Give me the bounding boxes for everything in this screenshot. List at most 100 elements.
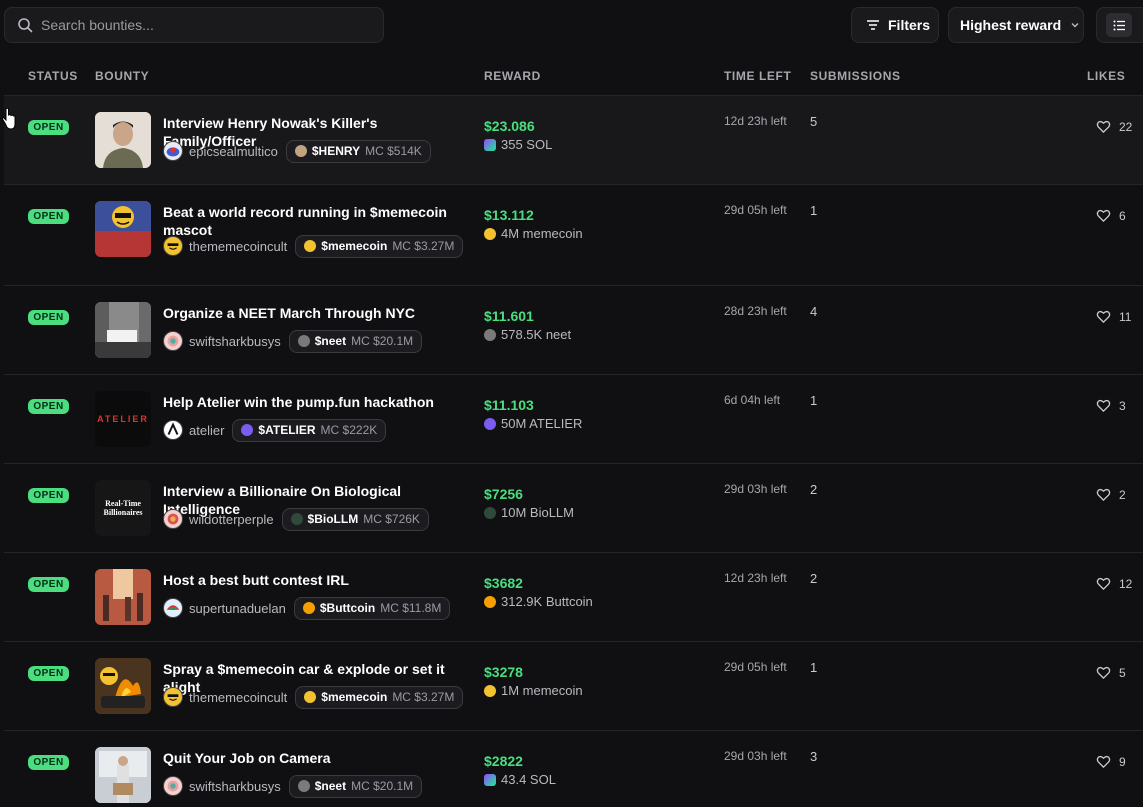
token-pill[interactable]: $memecoin MC $3.27M [295, 685, 464, 709]
buttcoin-icon [484, 595, 496, 608]
status-badge: OPEN [28, 755, 69, 770]
heart-icon [1096, 209, 1111, 223]
table-row[interactable]: OPEN ATELIER Help Atelier win the pump.f… [4, 375, 1143, 464]
march-image [95, 302, 151, 358]
office-quit-image [95, 747, 151, 803]
avatar[interactable] [163, 236, 183, 256]
like-button[interactable]: 12 [1096, 576, 1132, 591]
search-box[interactable] [4, 7, 384, 43]
reward-amount-text: 50M ATELIER [501, 416, 583, 431]
search-input[interactable] [41, 17, 361, 33]
token-pill[interactable]: $HENRY MC $514K [285, 139, 431, 163]
username[interactable]: epicsealmultico [189, 144, 278, 159]
token-pill[interactable]: $memecoin MC $3.27M [295, 234, 464, 258]
username[interactable]: swiftsharkbusys [189, 779, 281, 794]
time-left: 12d 23h left [724, 114, 787, 128]
table-row[interactable]: OPEN Beat a world record running in $mem… [4, 185, 1143, 286]
like-button[interactable]: 22 [1096, 119, 1132, 134]
token-symbol: $neet [314, 334, 347, 348]
status-badge: OPEN [28, 666, 69, 681]
table-row[interactable]: OPEN Interview Henry Nowak's Killer's Fa… [4, 96, 1143, 185]
filters-button[interactable]: Filters [851, 7, 939, 43]
column-submissions[interactable]: SUBMISSIONS [810, 69, 901, 83]
bounty-thumbnail[interactable] [95, 569, 151, 625]
filter-icon [867, 20, 879, 30]
table-row[interactable]: OPEN Quit Your Job on Camera swiftsharkb… [4, 731, 1143, 807]
column-time-left[interactable]: TIME LEFT [724, 69, 791, 83]
time-left: 29d 05h left [724, 203, 787, 217]
avatar[interactable] [163, 141, 183, 161]
username[interactable]: swiftsharkbusys [189, 334, 281, 349]
reward-usd: $3682 [484, 575, 523, 591]
token-symbol: $neet [314, 779, 347, 793]
bounty-thumbnail[interactable] [95, 658, 151, 714]
bounty-title[interactable]: Host a best butt contest IRL [163, 571, 473, 589]
table-row[interactable]: OPEN Organize a NEET March Through NYC s… [4, 286, 1143, 375]
token-pill[interactable]: $Buttcoin MC $11.8M [293, 596, 451, 620]
reward-amount: 312.9K Buttcoin [484, 594, 593, 609]
column-likes[interactable]: LIKES [1087, 69, 1125, 83]
avatar[interactable] [163, 687, 183, 707]
username[interactable]: thememecoincult [189, 239, 287, 254]
bounty-thumbnail[interactable] [95, 112, 151, 168]
like-button[interactable]: 9 [1096, 754, 1126, 769]
like-button[interactable]: 11 [1096, 309, 1131, 324]
avatar[interactable] [163, 598, 183, 618]
bounty-title[interactable]: Organize a NEET March Through NYC [163, 304, 473, 322]
likes-count: 11 [1119, 309, 1132, 324]
like-button[interactable]: 3 [1096, 398, 1126, 413]
table-row[interactable]: OPEN Spray a $memecoin car & explode or … [4, 642, 1143, 731]
like-button[interactable]: 6 [1096, 208, 1126, 223]
table-row[interactable]: OPEN Host a best butt contest IRL supert… [4, 553, 1143, 642]
token-market-cap: MC $3.27M [392, 690, 455, 704]
username[interactable]: thememecoincult [189, 690, 287, 705]
bounty-thumbnail[interactable]: Real-Time Billionaires [95, 480, 151, 536]
token-pill[interactable]: $neet MC $20.1M [288, 774, 423, 798]
reward-usd: $13.112 [484, 207, 534, 223]
reward-amount-text: 355 SOL [501, 137, 553, 152]
avatar[interactable] [163, 509, 183, 529]
sol-icon [484, 138, 496, 151]
like-button[interactable]: 2 [1096, 487, 1126, 502]
bounty-thumbnail[interactable] [95, 201, 151, 257]
column-bounty[interactable]: BOUNTY [95, 69, 149, 83]
token-market-cap: MC $3.27M [392, 239, 455, 253]
chevron-down-icon [1071, 23, 1079, 28]
bounty-title[interactable]: Quit Your Job on Camera [163, 749, 473, 767]
token-pill[interactable]: $neet MC $20.1M [288, 329, 423, 353]
column-reward[interactable]: REWARD [484, 69, 541, 83]
bounty-thumbnail[interactable] [95, 747, 151, 803]
bounty-title[interactable]: Help Atelier win the pump.fun hackathon [163, 393, 473, 411]
avatar[interactable] [163, 776, 183, 796]
sort-dropdown[interactable]: Highest reward [948, 7, 1084, 43]
bounty-meta: atelier $ATELIER MC $222K [163, 418, 387, 442]
heart-icon [1096, 666, 1111, 680]
username[interactable]: wildotterperple [189, 512, 274, 527]
token-pill[interactable]: $BioLLM MC $726K [281, 507, 429, 531]
memecoin-icon [484, 227, 496, 240]
token-market-cap: MC $20.1M [351, 334, 414, 348]
view-toggle[interactable] [1096, 7, 1143, 43]
list-view-button[interactable] [1106, 13, 1132, 37]
reward-amount-text: 578.5K neet [501, 327, 572, 342]
reward-usd: $11.601 [484, 308, 534, 324]
likes-count: 22 [1119, 119, 1133, 134]
heart-icon [1096, 120, 1111, 134]
table-row[interactable]: OPEN Real-Time Billionaires Interview a … [4, 464, 1143, 553]
avatar[interactable] [163, 331, 183, 351]
reward: $23.086 355 SOL [484, 118, 552, 152]
reward: $2822 43.4 SOL [484, 753, 556, 787]
submissions-count: 2 [810, 482, 818, 497]
bounty-thumbnail[interactable] [95, 302, 151, 358]
like-button[interactable]: 5 [1096, 665, 1126, 680]
token-memecoin-icon [304, 240, 317, 252]
column-status[interactable]: STATUS [28, 69, 78, 83]
heart-icon [1096, 488, 1111, 502]
avatar[interactable] [163, 420, 183, 440]
bounty-thumbnail[interactable]: ATELIER [95, 391, 151, 447]
username[interactable]: supertunaduelan [189, 601, 286, 616]
submissions-count: 2 [810, 571, 818, 586]
username[interactable]: atelier [189, 423, 224, 438]
table-header: STATUS BOUNTY REWARD TIME LEFT SUBMISSIO… [4, 50, 1143, 96]
token-pill[interactable]: $ATELIER MC $222K [232, 418, 387, 442]
